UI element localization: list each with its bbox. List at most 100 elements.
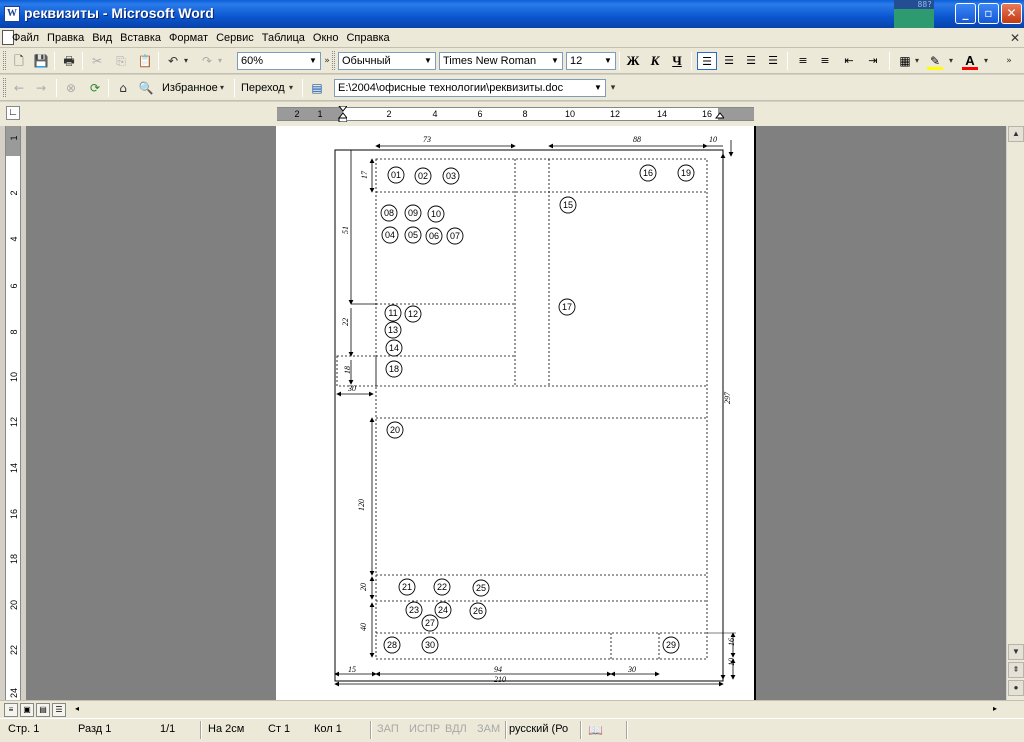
close-button[interactable]: ✕ — [1001, 3, 1022, 24]
right-indent-marker-icon[interactable] — [715, 106, 724, 122]
menu-item-1[interactable]: Правка — [43, 31, 88, 45]
refresh-icon[interactable]: ⟳ — [86, 79, 104, 97]
menu-item-8[interactable]: Справка — [342, 31, 393, 45]
menu-item-3[interactable]: Вставка — [116, 31, 165, 45]
scroll-right-icon[interactable]: ▸ — [988, 703, 1002, 717]
search-web-icon[interactable]: 🔍 — [137, 79, 155, 97]
doc-close-icon[interactable]: ✕ — [1010, 31, 1020, 45]
font-size-select[interactable]: 12 ▼ — [566, 52, 616, 70]
restore-button[interactable]: ▫ — [978, 3, 999, 24]
show-only-web-toolbar-icon[interactable]: ▤ — [308, 79, 326, 97]
address-dropdown-icon[interactable]: ▼ — [591, 80, 605, 96]
status-extend[interactable]: ВДЛ — [445, 723, 467, 735]
toolbar-options-icon-3[interactable]: ▾ — [604, 79, 622, 97]
status-page: Стр. 1 — [8, 723, 40, 735]
requisite-label-r16: 16 — [643, 168, 653, 178]
undo-icon[interactable]: ↶ — [164, 52, 182, 70]
vruler-tick: 8 — [9, 329, 19, 335]
status-record[interactable]: ЗАП — [377, 723, 399, 735]
favorites-menu[interactable]: Избранное — [162, 82, 218, 94]
document-work-area[interactable]: 73 88 10 17 51 22 18 30 120 20 40 297 16… — [26, 126, 1006, 700]
style-select[interactable]: Обычный ▼ — [338, 52, 436, 70]
address-value: E:\2004\офисные технологии\реквизиты.doc — [338, 82, 564, 94]
save-icon[interactable]: 💾 — [32, 52, 50, 70]
menu-item-0[interactable]: Файл — [8, 31, 43, 45]
scroll-down-icon[interactable]: ▼ — [1008, 644, 1024, 660]
bold-button[interactable]: Ж — [623, 52, 643, 70]
borders-icon[interactable]: ▦ — [895, 52, 915, 70]
word-app-icon[interactable]: W — [4, 6, 20, 22]
toolbar-options-icon-2[interactable]: » — [1000, 52, 1018, 70]
menu-item-2[interactable]: Вид — [88, 31, 116, 45]
document-page[interactable]: 73 88 10 17 51 22 18 30 120 20 40 297 16… — [276, 126, 756, 700]
indent-marker-icon[interactable] — [338, 106, 347, 122]
cut-icon[interactable]: ✂ — [88, 52, 106, 70]
increase-indent-icon[interactable]: ⇥ — [863, 52, 883, 70]
vruler-tick: 6 — [9, 283, 19, 289]
go-menu[interactable]: Переход — [241, 82, 285, 94]
go-dropdown-icon[interactable]: ▾ — [286, 79, 296, 97]
spelling-status-icon[interactable]: 📖 — [588, 723, 603, 737]
numbered-list-icon[interactable]: ≡ — [793, 52, 813, 70]
redo-icon[interactable]: ↷ — [198, 52, 216, 70]
zoom-select[interactable]: 60% ▼ — [237, 52, 321, 70]
print-icon[interactable]: 🖶 — [60, 52, 78, 70]
justify-button[interactable]: ☰ — [763, 52, 783, 70]
address-field[interactable]: E:\2004\офисные технологии\реквизиты.doc… — [334, 79, 606, 97]
stop-icon[interactable]: ⊗ — [62, 79, 80, 97]
align-left-button[interactable]: ☰ — [697, 52, 717, 70]
dim-right-small: 16 — [727, 638, 736, 646]
ruler-tick: 12 — [609, 109, 621, 119]
font-color-dropdown-icon[interactable]: ▾ — [982, 52, 990, 70]
tab-selector[interactable]: ∟ — [6, 106, 20, 120]
status-bar: Стр. 1 Разд 1 1/1 На 2см Ст 1 Кол 1 ЗАП … — [0, 718, 1024, 742]
requisite-label-r30: 30 — [425, 640, 435, 650]
scroll-left-icon[interactable]: ◂ — [70, 703, 84, 717]
style-dropdown-icon[interactable]: ▼ — [421, 53, 435, 69]
vruler-tick: 24 — [9, 688, 19, 699]
prev-page-icon[interactable]: ⇞ — [1008, 662, 1024, 678]
underline-button[interactable]: Ч — [667, 52, 687, 70]
redo-dropdown-icon[interactable]: ▾ — [215, 52, 225, 70]
status-overtype[interactable]: ЗАМ — [477, 723, 500, 735]
back-icon[interactable]: ← — [10, 79, 28, 97]
favorites-dropdown-icon[interactable]: ▾ — [217, 79, 227, 97]
minimize-button[interactable]: _ — [955, 3, 976, 24]
highlight-dropdown-icon[interactable]: ▾ — [947, 52, 955, 70]
font-select[interactable]: Times New Roman ▼ — [439, 52, 563, 70]
align-center-button[interactable]: ☰ — [719, 52, 739, 70]
tray-meter: 88? — [894, 0, 934, 9]
align-right-button[interactable]: ☰ — [741, 52, 761, 70]
vruler-tick: 1 — [9, 135, 19, 141]
ruler-tick: 2 — [386, 109, 392, 119]
dim-bottom-left: 15 — [348, 665, 356, 674]
horizontal-ruler[interactable]: 2 1 2 4 6 8 10 12 14 16 — [277, 106, 754, 122]
menu-item-7[interactable]: Окно — [309, 31, 343, 45]
toolbar-grip[interactable] — [3, 51, 6, 70]
menu-item-4[interactable]: Формат — [165, 31, 212, 45]
scroll-up-icon[interactable]: ▲ — [1008, 126, 1024, 142]
copy-icon[interactable]: ⎘ — [112, 52, 130, 70]
italic-button[interactable]: К — [645, 52, 665, 70]
forward-icon[interactable]: → — [32, 79, 50, 97]
menu-item-5[interactable]: Сервис — [212, 31, 258, 45]
bullet-list-icon[interactable]: ≡ — [815, 52, 835, 70]
new-document-icon[interactable]: 🗋 — [10, 52, 28, 70]
font-size-dropdown-icon[interactable]: ▼ — [601, 53, 615, 69]
home-icon[interactable]: ⌂ — [114, 79, 132, 97]
print-layout-icon[interactable]: ▤ — [36, 703, 50, 717]
outline-view-icon[interactable]: ☰ — [52, 703, 66, 717]
font-dropdown-icon[interactable]: ▼ — [548, 53, 562, 69]
paste-icon[interactable]: 📋 — [136, 52, 154, 70]
vertical-scrollbar[interactable]: ▲ ▼ ⇞ ● — [1006, 126, 1024, 700]
normal-view-icon[interactable]: ≡ — [4, 703, 18, 717]
decrease-indent-icon[interactable]: ⇤ — [839, 52, 859, 70]
select-browse-object-icon[interactable]: ● — [1008, 680, 1024, 696]
status-track[interactable]: ИСПР — [409, 723, 440, 735]
vertical-ruler[interactable]: 1 2 4 6 8 10 12 14 16 18 20 22 24 — [5, 126, 21, 700]
web-view-icon[interactable]: ▣ — [20, 703, 34, 717]
dim-bottom-right: 30 — [627, 665, 636, 674]
undo-dropdown-icon[interactable]: ▾ — [181, 52, 191, 70]
borders-dropdown-icon[interactable]: ▾ — [913, 52, 921, 70]
menu-item-6[interactable]: Таблица — [258, 31, 309, 45]
